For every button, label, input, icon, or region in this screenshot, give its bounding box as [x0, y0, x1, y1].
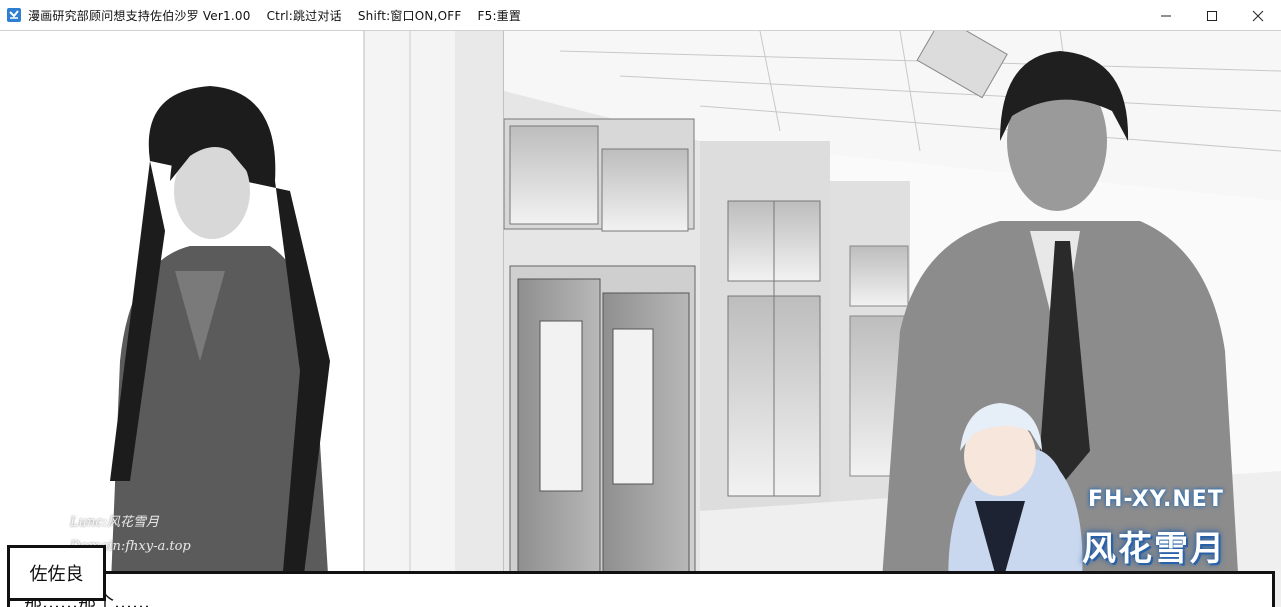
maximize-icon — [1207, 10, 1217, 21]
watermark-line: Lunc:风花雪月 — [70, 515, 160, 530]
speaker-name-box: 佐佐良 — [7, 545, 106, 601]
minimize-icon — [1161, 15, 1171, 16]
game-viewport[interactable]: Lunc:风花雪月 Domain:fhxy-a.top FH-XY.NET 风花… — [0, 31, 1281, 607]
close-button[interactable] — [1235, 0, 1281, 31]
speaker-name: 佐佐良 — [29, 564, 84, 585]
dialogue-box[interactable]: 那……那个…… — [7, 571, 1275, 607]
app-icon — [7, 8, 21, 22]
watermark-site: FH-XY.NET — [1088, 487, 1224, 512]
watermark-brand: 风花雪月 — [1082, 529, 1226, 569]
window-title: 漫画研究部顾问想支持佐伯沙罗 Ver1.00 Ctrl:跳过对话 Shift:窗… — [28, 8, 522, 23]
window-titlebar: 漫画研究部顾问想支持佐伯沙罗 Ver1.00 Ctrl:跳过对话 Shift:窗… — [0, 0, 1281, 31]
maximize-button[interactable] — [1189, 0, 1235, 31]
close-icon — [1252, 10, 1264, 21]
minimize-button[interactable] — [1143, 0, 1189, 31]
